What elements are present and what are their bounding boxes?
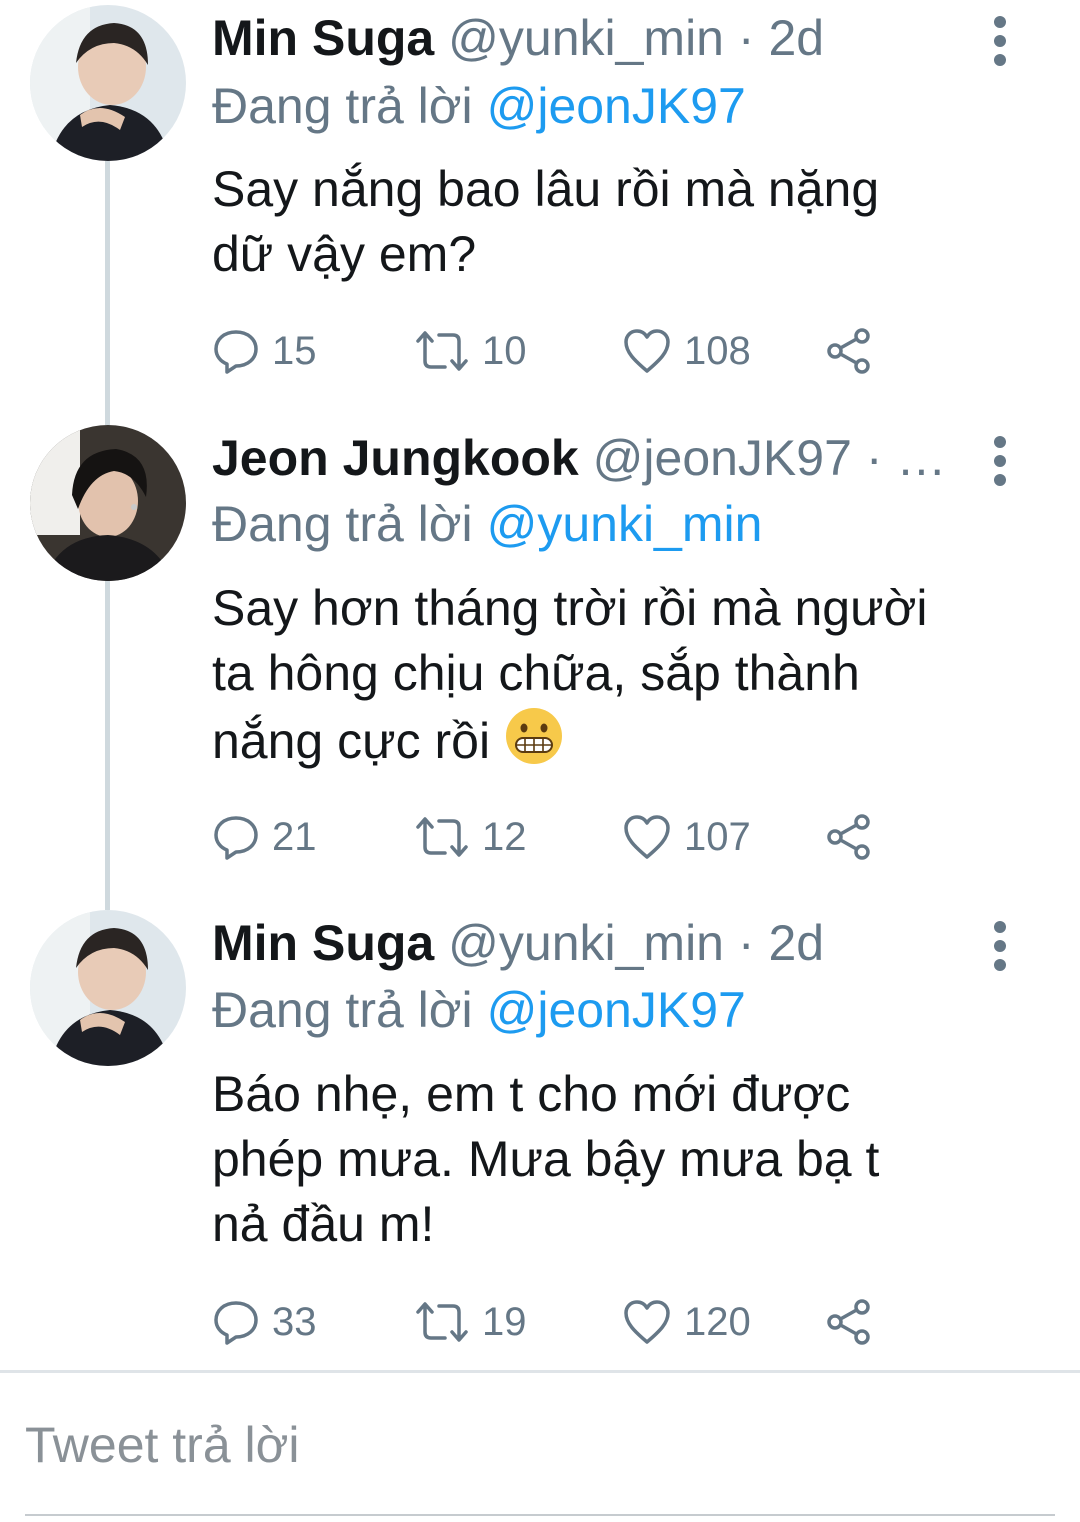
replying-to-label: Đang trả lời	[212, 496, 473, 552]
tweet-actions: 33 19 120	[212, 1297, 912, 1347]
reply-input-underline	[25, 1514, 1055, 1516]
tweet-text: Say hơn tháng trời rồi mà người ta hông …	[212, 576, 1012, 774]
tweet[interactable]: Min Suga @yunki_min · 2d Đang trả lời @j…	[0, 900, 1080, 1370]
timestamp[interactable]: 2d	[768, 915, 824, 971]
replying-to: Đang trả lời @jeonJK97	[212, 76, 746, 136]
tweet-header: Min Suga @yunki_min · 2d	[212, 913, 972, 973]
like-button[interactable]: 120	[622, 1297, 751, 1347]
retweet-icon	[416, 331, 468, 371]
reply-icon	[214, 816, 258, 860]
tweet-text-line: Say hơn tháng trời rồi mà người	[212, 580, 928, 636]
like-icon	[624, 815, 670, 859]
tweet-text-line: ta hông chịu chữa, sắp thành	[212, 645, 860, 701]
like-button[interactable]: 107	[622, 812, 751, 862]
composer-divider	[0, 1370, 1080, 1373]
user-handle[interactable]: @yunki_min	[448, 10, 724, 66]
like-icon	[624, 1300, 670, 1344]
reply-count: 21	[272, 814, 317, 859]
share-button[interactable]	[824, 1297, 886, 1347]
tweet-text-line: Say nắng bao lâu rồi mà nặng	[212, 161, 880, 217]
retweet-count: 19	[482, 1299, 527, 1344]
mention-link[interactable]: @yunki_min	[487, 496, 763, 552]
like-icon	[624, 329, 670, 373]
tweet-text: Say nắng bao lâu rồi mà nặng dữ vậy em?	[212, 157, 1012, 287]
reply-button[interactable]: 15	[212, 326, 317, 376]
retweet-button[interactable]: 10	[414, 326, 527, 376]
like-button[interactable]: 108	[622, 326, 751, 376]
replying-to-label: Đang trả lời	[212, 982, 473, 1038]
reply-count: 33	[272, 1299, 317, 1344]
grimacing-face-emoji	[504, 706, 564, 766]
tweet-text-line: Báo nhẹ, em t cho mới được	[212, 1066, 851, 1122]
retweet-count: 10	[482, 328, 527, 373]
retweet-icon	[416, 1302, 468, 1342]
retweet-count: 12	[482, 814, 527, 859]
like-count: 107	[684, 814, 751, 859]
like-count: 120	[684, 1299, 751, 1344]
mention-link[interactable]: @jeonJK97	[487, 78, 746, 134]
reply-icon	[214, 1301, 258, 1345]
share-icon	[827, 814, 870, 860]
mention-link[interactable]: @jeonJK97	[487, 982, 746, 1038]
display-name[interactable]: Min Suga	[212, 10, 434, 66]
tweet[interactable]: Min Suga @yunki_min · 2d Đang trả lời @j…	[0, 0, 1080, 400]
retweet-icon	[416, 817, 468, 857]
tweet[interactable]: Jeon Jungkook @jeonJK97 · … Đang trả lời…	[0, 400, 1080, 900]
share-icon	[827, 328, 870, 374]
tweet-text: Báo nhẹ, em t cho mới được phép mưa. Mưa…	[212, 1062, 1012, 1257]
more-options-icon[interactable]	[985, 436, 1015, 486]
replying-to: Đang trả lời @yunki_min	[212, 494, 762, 554]
separator: ·	[865, 430, 883, 486]
like-count: 108	[684, 328, 751, 373]
tweet-text-line: nắng cực rồi	[212, 706, 1012, 774]
display-name[interactable]: Jeon Jungkook	[212, 430, 579, 486]
more-options-icon[interactable]	[985, 16, 1015, 66]
avatar[interactable]	[30, 425, 186, 581]
timestamp[interactable]: 2d	[768, 10, 824, 66]
retweet-button[interactable]: 12	[414, 812, 527, 862]
separator: ·	[737, 10, 755, 66]
share-button[interactable]	[824, 326, 886, 376]
tweet-text-line: nả đầu m!	[212, 1196, 435, 1252]
tweet-actions: 15 10 108	[212, 326, 912, 376]
tweet-text-line-content: nắng cực rồi	[212, 713, 491, 769]
avatar[interactable]	[30, 910, 186, 1066]
separator: ·	[737, 915, 755, 971]
replying-to-label: Đang trả lời	[212, 78, 473, 134]
reply-icon	[214, 330, 258, 374]
user-handle[interactable]: @jeonJK97	[593, 430, 852, 486]
share-icon	[827, 1299, 870, 1345]
avatar[interactable]	[30, 5, 186, 161]
share-button[interactable]	[824, 812, 886, 862]
tweet-header: Min Suga @yunki_min · 2d	[212, 8, 972, 68]
timestamp[interactable]: …	[896, 430, 946, 486]
replying-to: Đang trả lời @jeonJK97	[212, 980, 746, 1040]
reply-input[interactable]: Tweet trả lời	[25, 1405, 1055, 1485]
reply-button[interactable]: 21	[212, 812, 317, 862]
tweet-actions: 21 12 107	[212, 812, 912, 862]
user-handle[interactable]: @yunki_min	[448, 915, 724, 971]
reply-count: 15	[272, 328, 317, 373]
tweet-header: Jeon Jungkook @jeonJK97 · …	[212, 428, 972, 488]
retweet-button[interactable]: 19	[414, 1297, 527, 1347]
tweet-text-line: phép mưa. Mưa bậy mưa bạ t	[212, 1131, 880, 1187]
display-name[interactable]: Min Suga	[212, 915, 434, 971]
more-options-icon[interactable]	[985, 921, 1015, 971]
tweet-text-line: dữ vậy em?	[212, 226, 477, 282]
reply-button[interactable]: 33	[212, 1297, 317, 1347]
